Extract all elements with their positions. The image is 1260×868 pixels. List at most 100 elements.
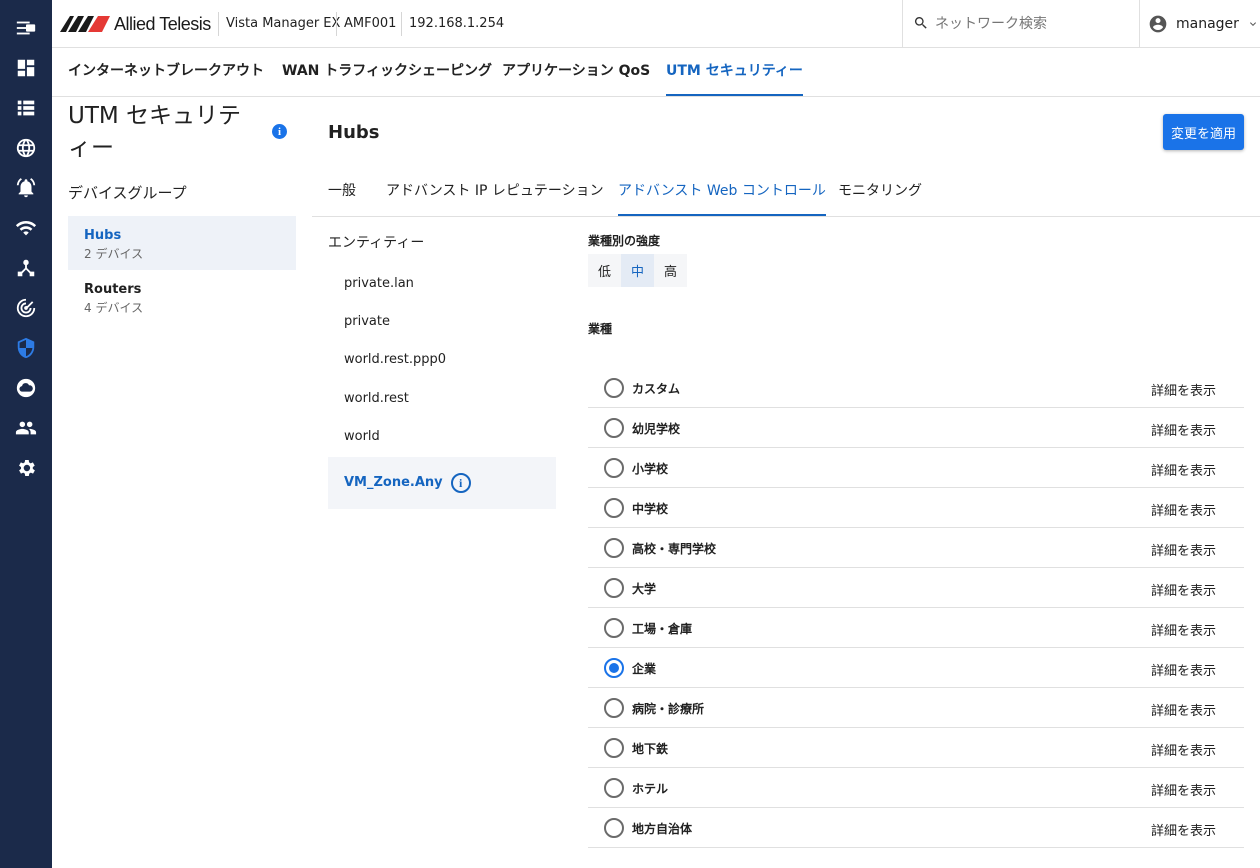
show-details-link[interactable]: 詳細を表示 (1151, 580, 1216, 599)
tab-wan-traffic-shaping[interactable]: WAN トラフィックシェーピング (282, 48, 492, 96)
strength-high-button[interactable]: 高 (654, 254, 687, 287)
show-details-link[interactable]: 詳細を表示 (1151, 540, 1216, 559)
industry-row[interactable]: 大学 詳細を表示 (588, 568, 1244, 608)
tab-web-control[interactable]: アドバンスト Web コントロール (618, 168, 826, 216)
sub-tabs: 一般 アドバンスト IP レピュテーション アドバンスト Web コントロール … (312, 168, 1260, 217)
divider (336, 12, 337, 36)
device-group-hubs[interactable]: Hubs 2 デバイス (68, 216, 296, 270)
tab-monitoring[interactable]: モニタリング (838, 168, 922, 216)
users-icon[interactable] (14, 416, 38, 440)
industry-name: 小学校 (632, 462, 669, 476)
show-details-link[interactable]: 詳細を表示 (1151, 740, 1216, 759)
strength-label: 業種別の強度 (588, 234, 661, 248)
radio-button[interactable] (604, 618, 624, 638)
hub-title: Hubs (328, 122, 380, 143)
industry-label: 業種 (588, 322, 613, 336)
industry-row[interactable]: 工場・倉庫 詳細を表示 (588, 608, 1244, 648)
entity-item-active[interactable]: VM_Zone.Any i (328, 457, 556, 509)
radio-button[interactable] (604, 458, 624, 478)
radar-icon[interactable] (14, 296, 38, 320)
dashboard-icon[interactable] (14, 56, 38, 80)
menu-icon[interactable] (14, 16, 38, 40)
industry-row[interactable]: 地下鉄 詳細を表示 (588, 728, 1244, 768)
industry-row[interactable]: 小学校 詳細を表示 (588, 448, 1244, 488)
industry-name: 幼児学校 (632, 422, 681, 436)
search-input[interactable] (935, 12, 1131, 36)
radio-button[interactable] (604, 418, 624, 438)
radio-button-checked[interactable] (604, 658, 624, 678)
wifi-icon[interactable] (14, 216, 38, 240)
show-details-link[interactable]: 詳細を表示 (1151, 460, 1216, 479)
show-details-link[interactable]: 詳細を表示 (1151, 820, 1216, 839)
device-group-title: デバイスグループ (68, 184, 187, 202)
device-ip: 192.168.1.254 (409, 16, 505, 31)
industry-name: 大学 (632, 582, 657, 596)
radio-button[interactable] (604, 498, 624, 518)
radio-button[interactable] (604, 778, 624, 798)
settings-icon[interactable] (14, 456, 38, 480)
strength-mid-button[interactable]: 中 (621, 254, 654, 287)
network-search (902, 0, 1140, 48)
show-details-link[interactable]: 詳細を表示 (1151, 660, 1216, 679)
industry-row[interactable]: 病院・診療所 詳細を表示 (588, 688, 1244, 728)
group-count: 2 デバイス (84, 247, 144, 261)
tab-utm-security[interactable]: UTM セキュリティー (666, 48, 803, 96)
cloud-icon[interactable] (14, 376, 38, 400)
list-icon[interactable] (14, 96, 38, 120)
chevron-down-icon (1249, 22, 1256, 26)
shield-icon[interactable] (14, 336, 38, 360)
radio-button[interactable] (604, 538, 624, 558)
tab-internet-breakout[interactable]: インターネットブレークアウト (68, 48, 264, 96)
industry-row[interactable]: ホテル 詳細を表示 (588, 768, 1244, 808)
topology-icon[interactable] (14, 256, 38, 280)
industry-row[interactable]: 中学校 詳細を表示 (588, 488, 1244, 528)
radio-button[interactable] (604, 818, 624, 838)
user-menu[interactable]: manager (1148, 12, 1259, 36)
tab-application-qos[interactable]: アプリケーション QoS (502, 48, 650, 96)
entity-item[interactable]: world.rest.ppp0 (328, 341, 556, 379)
radio-button[interactable] (604, 578, 624, 598)
user-name: manager (1176, 16, 1239, 32)
sidebar (0, 0, 52, 868)
show-details-link[interactable]: 詳細を表示 (1151, 700, 1216, 719)
entity-item[interactable]: private.lan (328, 265, 556, 303)
show-details-link[interactable]: 詳細を表示 (1151, 500, 1216, 519)
entity-item[interactable]: private (328, 303, 556, 341)
industry-name: カスタム (632, 382, 681, 396)
divider (401, 12, 402, 36)
industry-name: 病院・診療所 (632, 702, 705, 716)
group-name: Routers (84, 282, 142, 297)
industry-row[interactable]: 幼児学校 詳細を表示 (588, 408, 1244, 448)
allied-telesis-logo[interactable]: Allied Telesis (60, 13, 211, 35)
info-icon[interactable]: i (272, 124, 287, 139)
entity-item[interactable]: world.rest (328, 380, 556, 418)
industry-row-selected[interactable]: 企業 詳細を表示 (588, 648, 1244, 688)
industry-name: 工場・倉庫 (632, 622, 693, 636)
industry-row[interactable]: カスタム 詳細を表示 (588, 368, 1244, 408)
industry-row[interactable]: 高校・専門学校 詳細を表示 (588, 528, 1244, 568)
radio-button[interactable] (604, 738, 624, 758)
apply-changes-button[interactable]: 変更を適用 (1163, 114, 1244, 150)
tab-ip-reputation[interactable]: アドバンスト IP レピュテーション (386, 168, 604, 216)
show-details-link[interactable]: 詳細を表示 (1151, 780, 1216, 799)
account-icon (1149, 15, 1167, 33)
industry-name: 地方自治体 (632, 822, 693, 836)
top-bar: Allied Telesis Vista Manager EX AMF001 1… (52, 0, 1260, 48)
entity-item[interactable]: world (328, 418, 556, 456)
alarm-icon[interactable] (14, 176, 38, 200)
tab-general[interactable]: 一般 (328, 168, 356, 216)
show-details-link[interactable]: 詳細を表示 (1151, 380, 1216, 399)
divider (218, 12, 219, 36)
industry-row[interactable]: 地方自治体 詳細を表示 (588, 808, 1244, 848)
show-details-link[interactable]: 詳細を表示 (1151, 420, 1216, 439)
radio-button[interactable] (604, 698, 624, 718)
strength-low-button[interactable]: 低 (588, 254, 621, 287)
device-group-routers[interactable]: Routers 4 デバイス (68, 270, 296, 324)
info-icon[interactable]: i (450, 472, 471, 493)
group-name: Hubs (84, 228, 122, 243)
industry-name: ホテル (632, 782, 669, 796)
industry-name: 地下鉄 (632, 742, 669, 756)
globe-icon[interactable] (14, 136, 38, 160)
radio-button[interactable] (604, 378, 624, 398)
show-details-link[interactable]: 詳細を表示 (1151, 620, 1216, 639)
